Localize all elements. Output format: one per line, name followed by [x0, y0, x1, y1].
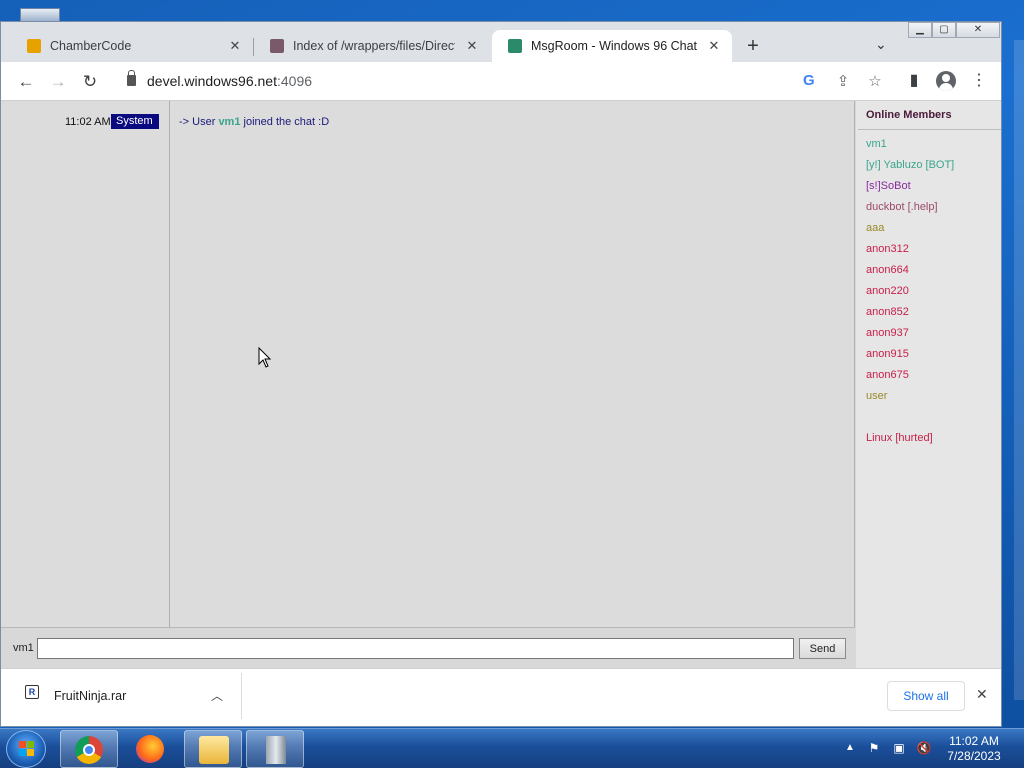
profile-avatar-icon[interactable]: [936, 71, 956, 91]
action-center-icon[interactable]: ⚑: [866, 741, 882, 755]
taskbar-firefox[interactable]: [122, 730, 180, 768]
forward-icon[interactable]: →: [48, 72, 68, 92]
minimize-icon[interactable]: ▁: [908, 22, 932, 38]
share-icon[interactable]: ⇪: [834, 72, 852, 90]
member-item[interactable]: [s!]SoBot: [866, 180, 911, 192]
message-input-bar: vm1 Send: [1, 627, 855, 669]
clock-time: 11:02 AM: [949, 734, 999, 748]
message-time: 11:02 AM: [65, 116, 111, 128]
msgroom-page: 11:02 AM System -> User vm1 joined the c…: [1, 100, 1001, 669]
menu-dots-icon[interactable]: ⋮: [969, 72, 989, 90]
member-item[interactable]: [y!] Yabluzo [BOT]: [866, 159, 954, 171]
tab-label: MsgRoom - Windows 96 Chat: [531, 39, 697, 53]
member-item[interactable]: anon675: [866, 369, 909, 381]
folder-favicon-icon: [270, 39, 284, 53]
download-filename[interactable]: FruitNinja.rar: [54, 689, 126, 703]
member-item[interactable]: aaa: [866, 222, 884, 234]
volume-muted-icon[interactable]: 🔇: [916, 741, 932, 755]
taskbar-chrome[interactable]: [60, 730, 118, 768]
message-sender-badge: System: [111, 114, 159, 129]
member-item[interactable]: duckbot [.help]: [866, 201, 938, 213]
tab-label: ChamberCode: [50, 39, 132, 53]
members-divider: [858, 129, 1001, 130]
window-controls: ▁ ▢ ✕: [908, 22, 1000, 38]
clock-date: 7/28/2023: [947, 749, 1001, 763]
member-item[interactable]: anon852: [866, 306, 909, 318]
system-clock[interactable]: 11:02 AM 7/28/2023: [942, 734, 1006, 764]
rar-file-icon: R: [25, 685, 39, 699]
download-bar: R FruitNinja.rar ︿ Show all ✕: [1, 668, 1001, 726]
nickname-label: vm1: [13, 642, 34, 654]
chevron-up-icon[interactable]: ︿: [211, 687, 223, 704]
tab-label: Index of /wrappers/files/Direct3D: [293, 39, 455, 53]
windows-logo-icon: [19, 741, 35, 757]
close-tab-icon[interactable]: ✕: [464, 38, 480, 54]
member-item[interactable]: anon220: [866, 285, 909, 297]
member-item[interactable]: user: [866, 390, 887, 402]
address-bar[interactable]: devel.windows96.net:4096 G ⇪ ☆: [113, 66, 893, 96]
tray-expand-icon[interactable]: ▲: [845, 742, 855, 753]
desktop-edge: [1014, 40, 1024, 700]
folder-icon: [199, 736, 229, 764]
download-divider: [241, 673, 242, 719]
close-tab-icon[interactable]: ✕: [227, 38, 243, 54]
tab-msgroom[interactable]: MsgRoom - Windows 96 Chat ✕: [492, 30, 732, 62]
member-item[interactable]: anon915: [866, 348, 909, 360]
members-title: Online Members: [866, 109, 952, 121]
url-text: devel.windows96.net:4096: [147, 73, 313, 89]
close-tab-icon[interactable]: ✕: [706, 38, 722, 54]
network-icon[interactable]: ▣: [891, 741, 907, 755]
firefox-icon: [136, 735, 164, 763]
member-item[interactable]: vm1: [866, 138, 887, 150]
show-all-button[interactable]: Show all: [887, 681, 965, 711]
bookmark-star-icon[interactable]: ☆: [866, 72, 884, 90]
msgroom-favicon-icon: [508, 39, 522, 53]
timestamp-column: [1, 101, 170, 627]
tab-strip: ChamberCode ✕ Index of /wrappers/files/D…: [1, 22, 1001, 62]
tab-chambercode[interactable]: ChamberCode ✕: [11, 30, 253, 62]
browser-window: ChamberCode ✕ Index of /wrappers/files/D…: [0, 21, 1002, 727]
message-input[interactable]: [37, 638, 794, 659]
taskbar-server-app[interactable]: [246, 730, 304, 768]
start-button[interactable]: [6, 730, 46, 768]
chambercode-favicon-icon: [27, 39, 41, 53]
reload-icon[interactable]: ↻: [80, 72, 100, 92]
new-tab-icon[interactable]: +: [742, 35, 764, 57]
lock-icon[interactable]: [127, 70, 136, 86]
chrome-icon: [75, 736, 103, 764]
side-panel-icon[interactable]: ▮: [904, 72, 924, 90]
message-user: vm1: [218, 116, 241, 128]
member-item[interactable]: anon937: [866, 327, 909, 339]
message-text: -> User vm1 joined the chat :D: [179, 116, 330, 128]
desktop-icon[interactable]: [20, 8, 60, 22]
server-icon: [266, 736, 286, 764]
member-item[interactable]: anon664: [866, 264, 909, 276]
google-icon[interactable]: G: [803, 72, 815, 89]
taskbar-explorer[interactable]: [184, 730, 242, 768]
online-members-panel: Online Members vm1 [y!] Yabluzo [BOT] [s!]…: [856, 101, 1001, 669]
member-item[interactable]: anon312: [866, 243, 909, 255]
tab-index-wrappers[interactable]: Index of /wrappers/files/Direct3D ✕: [254, 30, 490, 62]
chat-log: 11:02 AM System -> User vm1 joined the c…: [1, 101, 855, 627]
taskbar: ▲ ⚑ ▣ 🔇 11:02 AM 7/28/2023: [0, 728, 1024, 768]
maximize-icon[interactable]: ▢: [932, 22, 956, 38]
browser-toolbar: ← → ↻ devel.windows96.net:4096 G ⇪ ☆ ▮ ⋮: [1, 62, 1001, 100]
member-item[interactable]: Linux [hurted]: [866, 432, 933, 444]
send-button[interactable]: Send: [799, 638, 846, 659]
tab-search-icon[interactable]: ⌄: [875, 36, 887, 53]
close-download-bar-icon[interactable]: ✕: [976, 686, 988, 703]
back-icon[interactable]: ←: [16, 72, 36, 92]
window-close-icon[interactable]: ✕: [956, 22, 1000, 38]
